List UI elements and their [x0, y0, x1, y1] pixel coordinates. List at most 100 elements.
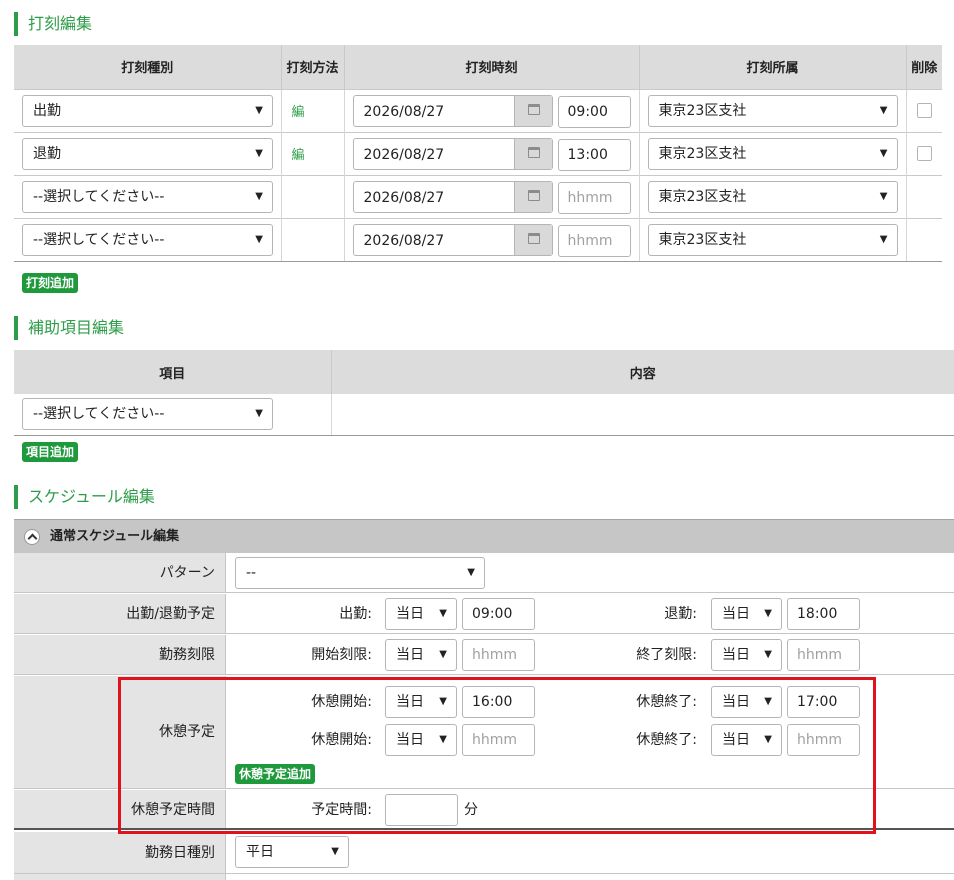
caret-down-icon: ▼ [879, 104, 888, 116]
break-end-day-select[interactable]: 当日 ▼ [711, 686, 782, 718]
caret-down-icon: ▼ [439, 649, 447, 660]
stamp-date-picker[interactable]: 2026/08/27 [352, 94, 553, 127]
stamp-date-picker[interactable]: 2026/08/27 [352, 223, 553, 256]
pattern-label: パターン [14, 553, 226, 592]
affiliation-select[interactable]: 東京23区支社 ▼ [647, 180, 898, 213]
caret-down-icon: ▼ [255, 104, 263, 116]
add-stamp-button[interactable]: 打刻追加 [22, 273, 79, 293]
caret-down-icon: ▼ [879, 233, 888, 245]
break-end-time-input[interactable]: 17:00 [787, 686, 860, 718]
chevron-up-icon[interactable] [24, 529, 40, 545]
table-row: --選択してください-- ▼ 2026/08/27 hhmm 東京23区支社 ▼ [14, 217, 942, 262]
calendar-button[interactable] [513, 224, 552, 255]
stamp-date-picker[interactable]: 2026/08/27 [352, 180, 553, 213]
affiliation-select[interactable]: 東京23区支社 ▼ [647, 94, 898, 127]
caret-down-icon: ▼ [439, 734, 447, 745]
start-limit-time-input[interactable]: hhmm [462, 639, 535, 671]
aux-section-title: 補助項目編集 [14, 316, 124, 340]
break-start-time-input[interactable]: 16:00 [462, 686, 535, 718]
clock-in-time-input[interactable]: 09:00 [462, 598, 535, 630]
calendar-button[interactable] [513, 138, 552, 169]
caret-down-icon: ▼ [439, 608, 447, 619]
edit-method-link[interactable]: 編 [282, 148, 305, 163]
caret-down-icon: ▼ [764, 696, 772, 707]
stamp-table: 打刻種別 打刻方法 打刻時刻 打刻所属 削除 出勤 ▼ 編 2026/08/27 … [14, 45, 942, 262]
clock-out-day-select[interactable]: 当日 ▼ [711, 598, 782, 630]
affiliation-select[interactable]: 東京23区支社 ▼ [647, 223, 898, 256]
caret-down-icon: ▼ [255, 233, 263, 245]
caret-down-icon: ▼ [255, 408, 263, 420]
minutes-unit-label: 分 [464, 802, 478, 818]
table-row: --選択してください-- ▼ [14, 394, 954, 436]
add-item-button[interactable]: 項目追加 [22, 442, 79, 462]
table-row: 出勤 ▼ 編 2026/08/27 09:00 東京23区支社 ▼ [14, 88, 942, 132]
attendance-row: 出勤/退勤予定 出勤: 当日 ▼ 09:00 退勤: 当日 ▼ 18:00 [14, 594, 954, 634]
col-header-stamp-time: 打刻時刻 [344, 45, 640, 89]
break-start-day-select[interactable]: 当日 ▼ [385, 724, 457, 756]
aux-item-select[interactable]: --選択してください-- ▼ [22, 398, 273, 431]
calendar-icon [527, 232, 540, 244]
break-start-time-input[interactable]: hhmm [462, 724, 535, 756]
planned-time-input[interactable] [385, 794, 458, 826]
edit-method-link [282, 190, 292, 205]
caret-down-icon: ▼ [764, 608, 772, 619]
break-start-day-select[interactable]: 当日 ▼ [385, 686, 457, 718]
stamp-type-select[interactable]: 退勤 ▼ [22, 137, 273, 170]
break-start-label: 休憩開始: [311, 732, 372, 748]
calendar-icon [527, 146, 540, 158]
break-end-label: 休憩終了: [636, 694, 697, 710]
delete-checkbox[interactable] [916, 146, 932, 161]
table-row: 退勤 ▼ 編 2026/08/27 13:00 東京23区支社 ▼ [14, 131, 942, 175]
work-limit-row: 勤務刻限 開始刻限: 当日 ▼ hhmm 終了刻限: 当日 ▼ hhmm [14, 635, 954, 675]
attendance-label: 出勤/退勤予定 [14, 594, 226, 633]
caret-down-icon: ▼ [467, 567, 475, 578]
schedule-section-title: スケジュール編集 [14, 485, 155, 509]
clock-in-day-select[interactable]: 当日 ▼ [385, 598, 457, 630]
end-limit-day-select[interactable]: 当日 ▼ [711, 639, 782, 671]
stamp-time-input[interactable]: hhmm [557, 181, 631, 214]
schedule-panel-title: 通常スケジュール編集 [50, 529, 180, 544]
clock-out-label: 退勤: [664, 606, 697, 622]
edit-method-link[interactable]: 編 [282, 105, 305, 120]
stamp-time-input[interactable]: hhmm [557, 224, 631, 257]
caret-down-icon: ▼ [255, 190, 263, 202]
start-limit-label: 開始刻限: [311, 647, 372, 663]
col-header-item: 項目 [14, 350, 332, 394]
break-time-label: 休憩予定時間 [14, 790, 226, 828]
clock-out-time-input[interactable]: 18:00 [787, 598, 860, 630]
break-end-label: 休憩終了: [636, 732, 697, 748]
delete-checkbox[interactable] [916, 103, 932, 118]
work-limit-label: 勤務刻限 [14, 635, 226, 674]
end-limit-time-input[interactable]: hhmm [787, 639, 860, 671]
caret-down-icon: ▼ [764, 734, 772, 745]
col-header-stamp-affiliation: 打刻所属 [639, 45, 907, 89]
schedule-panel-header[interactable]: 通常スケジュール編集 [14, 519, 954, 553]
break-end-time-input[interactable]: hhmm [787, 724, 860, 756]
break-row: 休憩予定 休憩開始: 当日 ▼ 16:00 休憩終了: 当日 ▼ 17:00 休憩開… [14, 676, 954, 789]
col-header-stamp-method: 打刻方法 [281, 45, 345, 89]
calendar-button[interactable] [513, 181, 552, 212]
stamp-time-input[interactable]: 13:00 [557, 138, 631, 171]
start-limit-day-select[interactable]: 当日 ▼ [385, 639, 457, 671]
pattern-select[interactable]: -- ▼ [235, 557, 485, 589]
caret-down-icon: ▼ [255, 147, 263, 159]
break-label: 休憩予定 [14, 676, 226, 788]
affiliation-select[interactable]: 東京23区支社 ▼ [647, 137, 898, 170]
stamp-section-title: 打刻編集 [14, 12, 92, 36]
calendar-icon [527, 103, 540, 115]
add-break-button[interactable]: 休憩予定追加 [235, 764, 316, 784]
break-time-row: 休憩予定時間 予定時間: 分 [14, 790, 954, 830]
calendar-button[interactable] [513, 95, 552, 126]
stamp-date-picker[interactable]: 2026/08/27 [352, 137, 553, 170]
caret-down-icon: ▼ [764, 649, 772, 660]
break-end-day-select[interactable]: 当日 ▼ [711, 724, 782, 756]
stamp-type-select[interactable]: --選択してください-- ▼ [22, 223, 273, 256]
caret-down-icon: ▼ [879, 190, 888, 202]
stamp-time-input[interactable]: 09:00 [557, 95, 631, 128]
col-header-delete: 削除 [906, 45, 942, 89]
end-limit-label: 終了刻限: [636, 647, 697, 663]
workday-type-select[interactable]: 平日 ▼ [235, 836, 349, 868]
caret-down-icon: ▼ [879, 147, 888, 159]
stamp-type-select[interactable]: 出勤 ▼ [22, 94, 273, 127]
stamp-type-select[interactable]: --選択してください-- ▼ [22, 180, 273, 213]
